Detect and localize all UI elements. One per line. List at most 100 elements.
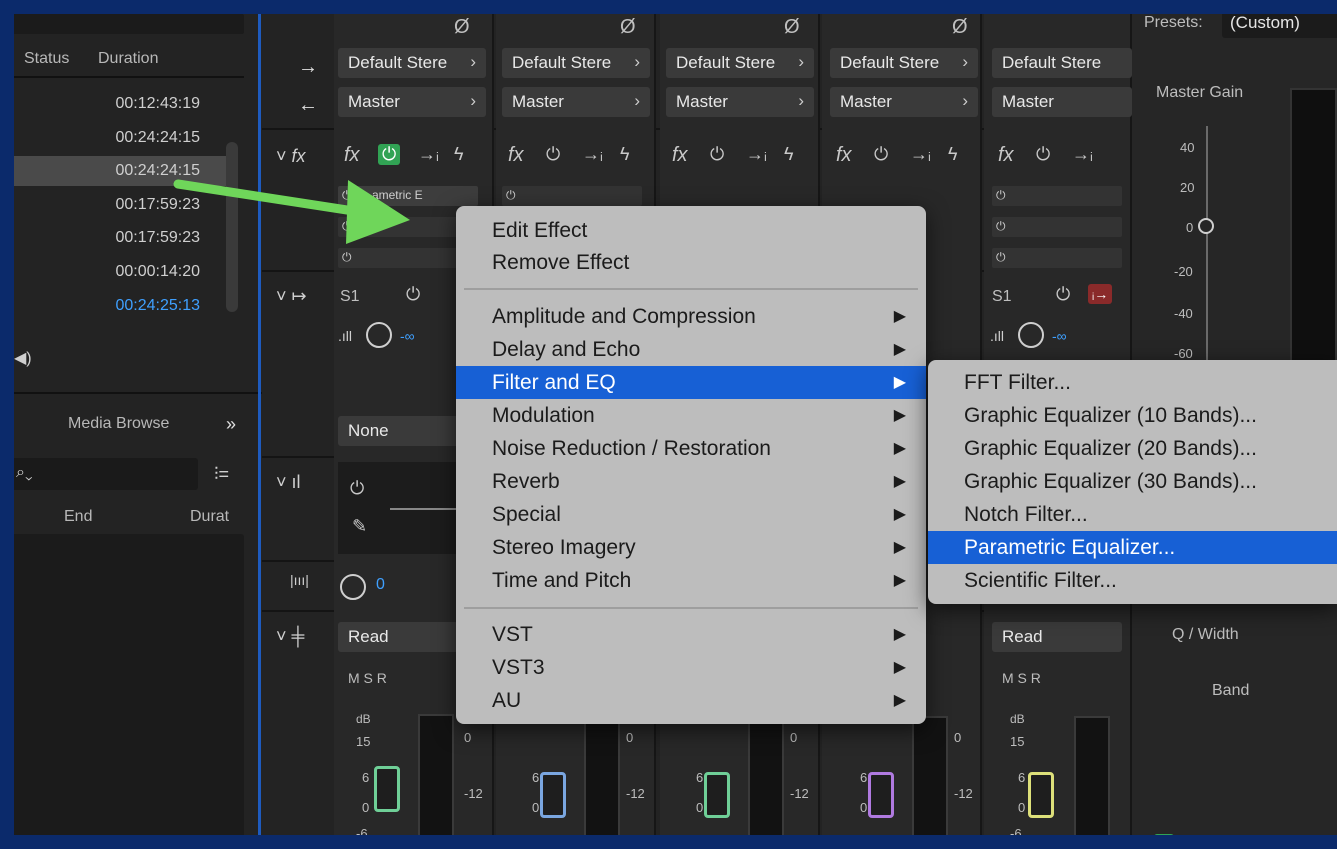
pre-post-icon[interactable]: →ᵢ	[746, 144, 767, 165]
volume-fader[interactable]	[704, 772, 730, 818]
pre-post-icon[interactable]: →ᵢ	[910, 144, 931, 165]
phase-invert-icon[interactable]: Ø	[620, 16, 636, 39]
fx-row-toggle-icon[interactable]: ˅ fx	[276, 146, 306, 167]
send-power-button[interactable]: ⏻	[406, 284, 420, 305]
input-select[interactable]: Default Stere ›	[502, 48, 650, 78]
submenu-arrow-icon: ▶	[893, 440, 906, 457]
output-select[interactable]: Master ›	[666, 87, 814, 117]
volume-fader[interactable]	[1028, 772, 1054, 818]
panel-focus-border	[258, 0, 261, 849]
menu-item-edit-effect[interactable]: Edit Effect	[456, 214, 926, 247]
db-label: dB	[356, 712, 371, 726]
meter-scale-0: 0	[626, 730, 634, 745]
volume-fader[interactable]	[540, 772, 566, 818]
pan-value: 0	[376, 576, 385, 593]
duration-cell: 00:00:14:20	[115, 263, 200, 280]
menu-item-special[interactable]: Special ▶	[456, 498, 926, 531]
volume-fader[interactable]	[374, 766, 400, 812]
end-column-header[interactable]: End	[64, 508, 92, 526]
send-power-button[interactable]: ⏻	[1056, 284, 1070, 305]
duration-column-header[interactable]: Duration	[98, 50, 158, 68]
volume-fader[interactable]	[868, 772, 894, 818]
pre-post-icon[interactable]: →ᵢ	[582, 144, 603, 165]
menu-item-stereo-imagery[interactable]: Stereo Imagery ▶	[456, 531, 926, 564]
output-select[interactable]: Master	[992, 87, 1132, 117]
lightning-icon[interactable]: ϟ	[454, 144, 464, 165]
panel-overflow-icon[interactable]: »	[226, 414, 236, 435]
fx-power-button[interactable]: ⏻	[378, 144, 401, 165]
filter-icon[interactable]: ⫶=	[214, 464, 229, 485]
scale-6: 6	[860, 770, 868, 785]
effect-slot[interactable]: ⏻	[502, 186, 642, 206]
menu-item-time-pitch[interactable]: Time and Pitch ▶	[456, 564, 926, 597]
menu-item-modulation[interactable]: Modulation ▶	[456, 399, 926, 432]
output-select[interactable]: Master ›	[502, 87, 650, 117]
divider	[0, 392, 262, 394]
effects-context-menu: Edit Effect Remove Effect Amplitude and …	[456, 206, 926, 724]
submenu-item-scientific-filter[interactable]: Scientific Filter...	[928, 564, 1337, 597]
effect-slot[interactable]: ⏻	[992, 217, 1122, 237]
menu-item-vst[interactable]: VST ▶	[456, 618, 926, 651]
media-browser-tab[interactable]: Media Browse	[68, 415, 169, 433]
status-column-header[interactable]: Status	[24, 50, 69, 68]
slot-power-icon: ⏻	[506, 188, 516, 202]
send-volume-knob[interactable]	[1018, 322, 1044, 348]
menu-item-vst3[interactable]: VST3 ▶	[456, 651, 926, 684]
output-select[interactable]: Master ›	[830, 87, 978, 117]
input-select[interactable]: Default Stere ›	[830, 48, 978, 78]
menu-item-au[interactable]: AU ▶	[456, 684, 926, 717]
eq-edit-icon[interactable]: ✎	[352, 516, 367, 537]
send-prepost-button[interactable]: ᵢ→	[1088, 284, 1113, 304]
mute-solo-record[interactable]: M S R	[1002, 670, 1041, 686]
submenu-arrow-icon: ▶	[893, 374, 906, 391]
sends-row-toggle-icon[interactable]: ˅ ↦	[276, 286, 307, 307]
eq-row-toggle-icon[interactable]: ˅ ıl	[276, 472, 301, 493]
fader-row-toggle-icon[interactable]: ˅ ╪	[276, 626, 304, 647]
submenu-arrow-icon: ▶	[893, 692, 906, 709]
fx-power-button[interactable]: ⏻	[874, 144, 888, 165]
gain-slider-track[interactable]	[1206, 126, 1208, 366]
menu-item-delay[interactable]: Delay and Echo ▶	[456, 333, 926, 366]
lightning-icon[interactable]: ϟ	[620, 144, 630, 165]
fx-power-button[interactable]: ⏻	[710, 144, 724, 165]
input-select[interactable]: Default Stere ›	[338, 48, 486, 78]
phase-invert-icon[interactable]: Ø	[952, 16, 968, 39]
submenu-item-parametric-eq[interactable]: Parametric Equalizer...	[928, 531, 1337, 564]
lightning-icon[interactable]: ϟ	[784, 144, 794, 165]
mute-solo-record[interactable]: M S R	[348, 670, 387, 686]
fx-power-button[interactable]: ⏻	[1036, 144, 1050, 165]
phase-invert-icon[interactable]: Ø	[454, 16, 470, 39]
send-volume-knob[interactable]	[366, 322, 392, 348]
effect-slot[interactable]: ⏻	[992, 248, 1122, 268]
eq-power-button[interactable]: ⏻	[350, 478, 364, 499]
automation-mode-select[interactable]: Read	[992, 622, 1122, 652]
phase-invert-icon[interactable]: Ø	[784, 16, 800, 39]
q-width-label: Q / Width	[1172, 626, 1239, 643]
menu-item-amplitude[interactable]: Amplitude and Compression ▶	[456, 300, 926, 333]
output-select[interactable]: Master ›	[338, 87, 486, 117]
pre-post-icon[interactable]: →ᵢ	[418, 144, 439, 165]
menu-item-noise-reduction[interactable]: Noise Reduction / Restoration ▶	[456, 432, 926, 465]
submenu-item-notch-filter[interactable]: Notch Filter...	[928, 498, 1337, 531]
speaker-icon[interactable]: ◀)	[14, 348, 32, 368]
automation-mode-select[interactable]: Read	[338, 622, 458, 652]
submenu-item-fft-filter[interactable]: FFT Filter...	[928, 366, 1337, 399]
menu-item-remove-effect[interactable]: Remove Effect	[456, 246, 926, 279]
submenu-item-graphic-eq-30[interactable]: Graphic Equalizer (30 Bands)...	[928, 465, 1337, 498]
eq-graph[interactable]	[1290, 88, 1337, 378]
duration-column-header[interactable]: Durat	[190, 508, 229, 526]
menu-item-filter-eq[interactable]: Filter and EQ ▶	[456, 366, 926, 399]
submenu-item-graphic-eq-10[interactable]: Graphic Equalizer (10 Bands)...	[928, 399, 1337, 432]
submenu-arrow-icon: ▶	[893, 572, 906, 589]
fx-power-button[interactable]: ⏻	[546, 144, 560, 165]
lightning-icon[interactable]: ϟ	[948, 144, 958, 165]
input-select[interactable]: Default Stere	[992, 48, 1132, 78]
pan-knob[interactable]	[340, 574, 366, 600]
pre-post-icon[interactable]: →ᵢ	[1072, 144, 1093, 165]
gain-slider-handle[interactable]	[1198, 218, 1214, 234]
input-select[interactable]: Default Stere ›	[666, 48, 814, 78]
submenu-item-graphic-eq-20[interactable]: Graphic Equalizer (20 Bands)...	[928, 432, 1337, 465]
menu-item-reverb[interactable]: Reverb ▶	[456, 465, 926, 498]
frame-top	[0, 0, 1337, 14]
effect-slot[interactable]: ⏻	[992, 186, 1122, 206]
